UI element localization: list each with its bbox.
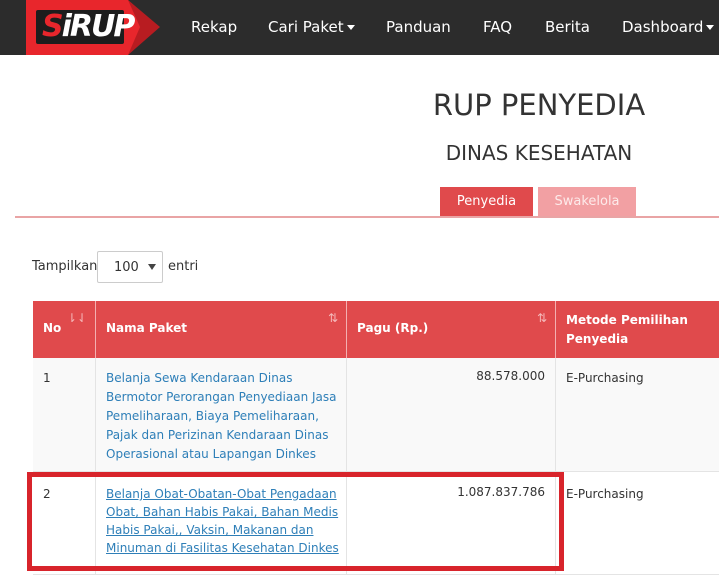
page-subtitle: DINAS KESEHATAN — [445, 141, 633, 165]
nav-cari-paket[interactable]: Cari Paket — [268, 0, 355, 55]
cell-nama-paket: Belanja Sewa Kendaraan Dinas Bermotor Pe… — [95, 358, 346, 471]
tab-divider — [15, 216, 719, 218]
paket-link-line: Belanja Obat-Obatan-Obat Pengadaan — [106, 487, 337, 501]
table-header: No ⇂⇃ Nama Paket ⇅ Pagu (Rp.) ⇅ Metode P… — [33, 301, 719, 358]
paket-link[interactable]: Belanja Obat-Obatan-Obat Pengadaan Obat,… — [106, 485, 339, 557]
nav-dashboard[interactable]: Dashboard — [622, 0, 715, 55]
top-navbar: SiRUP Rekap Cari Paket Panduan FAQ Berit… — [0, 0, 719, 55]
column-header-no-label: No — [43, 321, 62, 335]
paket-link-line: Belanja Sewa Kendaraan Dinas — [106, 371, 293, 385]
column-header-pagu-label: Pagu (Rp.) — [357, 321, 429, 335]
paket-link-line: Obat, Bahan Habis Pakai, Bahan Medis — [106, 505, 339, 519]
cell-nama-paket: Belanja Obat-Obatan-Obat Pengadaan Obat,… — [95, 472, 346, 574]
pagu-value: 88.578.000 — [476, 369, 545, 383]
paket-link-line: Pemeliharaan, Biaya Pemeliharaan, — [106, 409, 319, 423]
page-title: RUP PENYEDIA — [432, 88, 646, 122]
nav-faq[interactable]: FAQ — [483, 0, 512, 55]
paket-link-line: Pajak dan Perizinan Kendaraan Dinas — [106, 428, 329, 442]
nav-rekap[interactable]: Rekap — [191, 0, 237, 55]
metode-value: E-Purchasing — [566, 487, 644, 501]
column-header-nama-paket[interactable]: Nama Paket ⇅ — [95, 301, 346, 358]
tab-penyedia[interactable]: Penyedia — [440, 187, 533, 216]
length-prefix-label: Tampilkan — [32, 259, 98, 274]
caret-down-icon — [346, 25, 355, 30]
column-header-nama-paket-label: Nama Paket — [106, 321, 188, 335]
row-number: 2 — [43, 487, 51, 501]
pagu-value: 1.087.837.786 — [457, 485, 545, 499]
select-arrow-icon — [148, 264, 156, 270]
nav-berita[interactable]: Berita — [545, 0, 590, 55]
column-header-metode-label: Metode Pemilihan Penyedia — [566, 313, 688, 346]
entries-select[interactable]: 100 — [97, 251, 163, 283]
cell-no: 2 — [33, 472, 95, 574]
entries-select-value: 100 — [114, 260, 139, 275]
nav-dashboard-label: Dashboard — [622, 18, 704, 36]
caret-down-icon — [706, 25, 715, 30]
sirup-logo[interactable]: SiRUP — [0, 0, 160, 55]
paket-link[interactable]: Belanja Sewa Kendaraan Dinas Bermotor Pe… — [106, 369, 337, 464]
paket-link-line: Operasional atau Lapangan Dinkes — [106, 447, 316, 461]
table-row: 1 Belanja Sewa Kendaraan Dinas Bermotor … — [33, 358, 719, 472]
cell-pagu: 1.087.837.786 — [346, 472, 555, 574]
logo-text: SiRUP — [42, 9, 135, 44]
sort-desc-icon: ⇂⇃ — [66, 311, 87, 325]
paket-link-line: Habis Pakai,, Vaksin, Makanan dan — [106, 523, 314, 537]
tab-swakelola[interactable]: Swakelola — [538, 187, 636, 216]
nav-panduan[interactable]: Panduan — [386, 0, 451, 55]
table-row: 2 Belanja Obat-Obatan-Obat Pengadaan Oba… — [33, 472, 719, 575]
column-header-metode[interactable]: Metode Pemilihan Penyedia — [555, 301, 719, 358]
sort-icon: ⇅ — [536, 311, 547, 325]
cell-pagu: 88.578.000 — [346, 358, 555, 471]
cell-metode: E-Purchasing — [555, 472, 719, 574]
column-header-pagu[interactable]: Pagu (Rp.) ⇅ — [346, 301, 555, 358]
nav-cari-paket-label: Cari Paket — [268, 18, 344, 36]
sort-icon: ⇅ — [327, 311, 338, 325]
cell-metode: E-Purchasing — [555, 358, 719, 471]
paket-link-line: Bermotor Perorangan Penyediaan Jasa — [106, 390, 337, 404]
column-header-no[interactable]: No ⇂⇃ — [33, 301, 95, 358]
row-number: 1 — [43, 371, 51, 385]
paket-link-line: Minuman di Fasilitas Kesehatan Dinkes — [106, 541, 339, 555]
metode-value: E-Purchasing — [566, 371, 644, 385]
length-suffix-label: entri — [168, 259, 199, 274]
cell-no: 1 — [33, 358, 95, 471]
